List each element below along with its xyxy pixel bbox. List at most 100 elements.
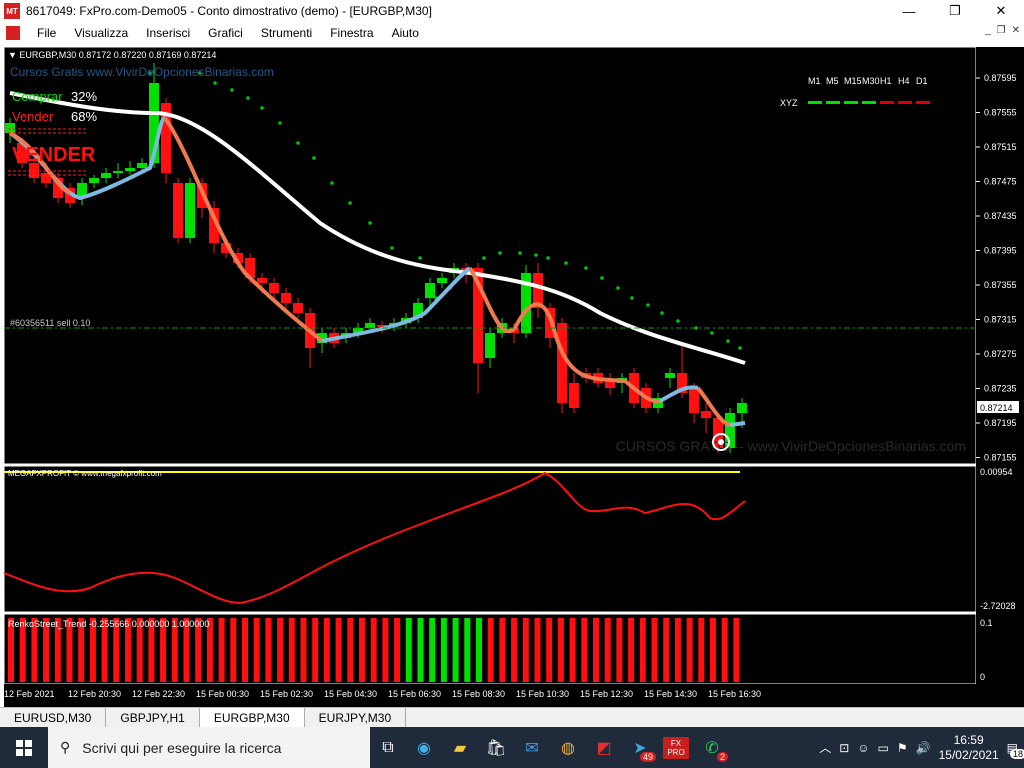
task-view-icon[interactable]: ⧉	[370, 727, 406, 768]
close-button[interactable]: ✕	[978, 0, 1024, 22]
mdi-restore-button[interactable]: ❐	[997, 25, 1006, 36]
fxpro-icon[interactable]: FX PRO	[658, 727, 694, 768]
edge-icon[interactable]: ◉	[406, 727, 442, 768]
candle-body	[113, 171, 123, 173]
menu-bar: File Visualizza Inserisci Grafici Strume…	[0, 22, 1024, 43]
minimize-button[interactable]: —	[886, 0, 932, 22]
psar-dot	[246, 96, 250, 100]
psar-dot	[564, 261, 568, 265]
psar-dot	[368, 221, 372, 225]
price-label: 0.87155	[984, 453, 1017, 463]
price-label: 0.87555	[984, 108, 1017, 118]
mail-icon[interactable]: ✉	[514, 727, 550, 768]
renko-bar	[733, 618, 740, 682]
window-title: 8617049: FxPro.com-Demo05 - Conto dimost…	[26, 4, 432, 18]
time-label: 15 Feb 06:30	[388, 689, 441, 699]
psar-dot	[710, 331, 714, 335]
psar-dot	[482, 256, 486, 260]
taskbar-search[interactable]: ⚲ Scrivi qui per eseguire la ricerca	[48, 727, 370, 768]
renko-bar	[663, 618, 670, 682]
maximize-button[interactable]: ❐	[932, 0, 978, 22]
app-red-icon[interactable]: ◩	[586, 727, 622, 768]
whatsapp-icon[interactable]: ✆ 2	[694, 727, 730, 768]
time-label: 15 Feb 16:30	[708, 689, 761, 699]
menu-insert[interactable]: Inserisci	[137, 26, 199, 40]
renko-bar	[686, 618, 693, 682]
timeframe-label: M1	[808, 76, 821, 86]
clock[interactable]: 16:59 15/02/2021	[939, 733, 999, 763]
time-label: 12 Feb 2021	[4, 689, 55, 699]
menu-help[interactable]: Aiuto	[383, 26, 428, 40]
psar-dot	[738, 346, 742, 350]
renko-bar	[546, 618, 553, 682]
renko-bar	[277, 618, 284, 682]
timeframe-signal	[862, 101, 876, 104]
psar-dot	[418, 256, 422, 260]
time-label: 12 Feb 20:30	[68, 689, 121, 699]
comprar-value: 32%	[71, 89, 97, 104]
tab-gbpjpy[interactable]: GBPJPY,H1	[106, 708, 200, 727]
renko-bar	[429, 618, 436, 682]
price-label: 0.87235	[984, 384, 1017, 394]
notifications-icon[interactable]: ▤ 18	[1007, 741, 1024, 759]
timeframe-label: H1	[880, 76, 892, 86]
renko-bar	[382, 618, 389, 682]
menu-window[interactable]: Finestra	[321, 26, 382, 40]
volume-icon[interactable]: 🔊	[916, 741, 931, 755]
renko-bar	[476, 618, 482, 682]
price-chart[interactable]: #60356511 sell 0.10 ▼ EURGBP,M30 0.87172…	[0, 43, 1024, 707]
menu-charts[interactable]: Grafici	[199, 26, 252, 40]
file-explorer-icon[interactable]: ▰	[442, 727, 478, 768]
time-label: 15 Feb 04:30	[324, 689, 377, 699]
menu-tools[interactable]: Strumenti	[252, 26, 321, 40]
candle-body	[185, 183, 195, 238]
renko-bar	[440, 618, 447, 682]
renko-bar	[698, 618, 705, 682]
indicator1-panel[interactable]	[3, 465, 977, 613]
xyz-label: XYZ	[780, 98, 798, 108]
people-icon[interactable]: ☺	[857, 741, 869, 755]
candle-body	[425, 283, 435, 298]
tab-eurjpy[interactable]: EURJPY,M30	[305, 708, 407, 727]
chrome-icon[interactable]: ◍	[550, 727, 586, 768]
psar-dot	[726, 339, 730, 343]
network-icon[interactable]: ▭	[878, 741, 889, 755]
candle-body	[701, 411, 711, 418]
time-label: 15 Feb 02:30	[260, 689, 313, 699]
app-icon: MT	[4, 3, 20, 19]
store-icon[interactable]: 🛍	[478, 727, 514, 768]
renko-bar	[323, 618, 330, 682]
renko-bar	[557, 618, 564, 682]
start-button[interactable]	[0, 727, 48, 768]
document-icon[interactable]	[6, 25, 20, 40]
mdi-close-button[interactable]: ✕	[1012, 25, 1020, 36]
menu-file[interactable]: File	[28, 26, 65, 40]
time-label: 15 Feb 14:30	[644, 689, 697, 699]
tab-eurusd[interactable]: EURUSD,M30	[0, 708, 107, 727]
time-label: 15 Feb 08:30	[452, 689, 505, 699]
price-label: 0.87435	[984, 211, 1017, 221]
renko-bar	[230, 618, 237, 682]
watermark-top: Cursos Gratis www.VivirDeOpcionesBinaria…	[10, 65, 274, 79]
mdi-minimize-button[interactable]: _	[985, 25, 991, 36]
candle-body	[689, 388, 699, 413]
timeframe-label: M30	[862, 76, 880, 86]
candle-body	[269, 283, 279, 293]
flag-icon[interactable]: ⚑	[897, 741, 908, 755]
search-placeholder: Scrivi qui per eseguire la ricerca	[82, 739, 282, 756]
psar-dot	[660, 311, 664, 315]
menu-view[interactable]: Visualizza	[65, 26, 137, 40]
telegram-icon[interactable]: ➤ 49	[622, 727, 658, 768]
candle-body	[737, 403, 747, 413]
price-label: 0.87515	[984, 142, 1017, 152]
comprar-label: Comprar	[12, 89, 63, 104]
camera-icon[interactable]: ⊡	[839, 741, 849, 755]
renko-bar	[242, 618, 248, 682]
renko-bar	[522, 618, 529, 682]
price-label: 0.87595	[984, 73, 1017, 83]
chevron-up-icon[interactable]: ︿	[819, 739, 831, 756]
renko-bar	[569, 618, 576, 682]
tab-eurgbp[interactable]: EURGBP,M30	[199, 708, 305, 727]
price-label: 0.87195	[984, 418, 1017, 428]
indicator2-axis-top: 0.1	[980, 618, 993, 628]
